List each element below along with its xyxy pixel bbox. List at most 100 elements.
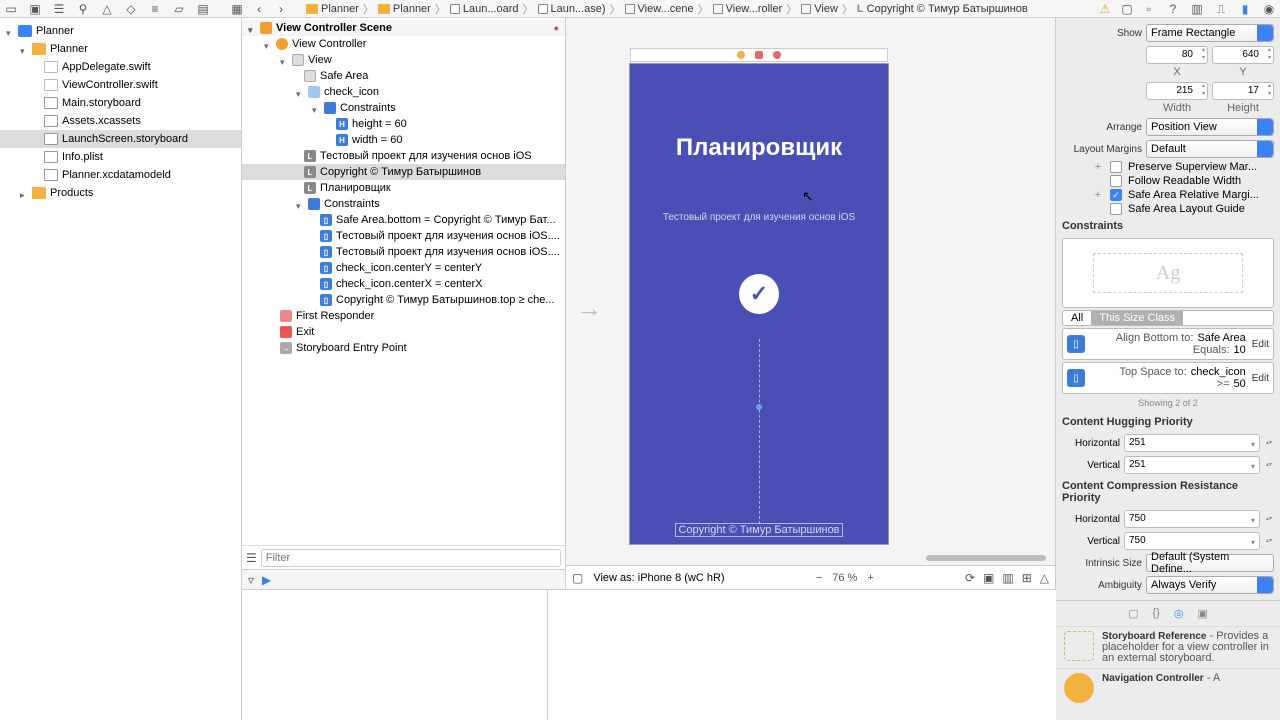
history-icon[interactable]: ▥ xyxy=(1190,2,1204,16)
help-icon[interactable]: ? xyxy=(1166,2,1180,16)
issue-icon[interactable]: △ xyxy=(100,2,114,16)
library-tabs[interactable]: ▢ {} ◎ ▣ xyxy=(1056,600,1280,626)
forward-icon[interactable]: › xyxy=(274,2,288,16)
margins-select[interactable]: Default xyxy=(1146,140,1274,158)
zoom-in-button[interactable]: + xyxy=(867,572,873,584)
search-icon[interactable]: ⚲ xyxy=(76,2,90,16)
preserve-checkbox[interactable] xyxy=(1110,161,1122,173)
compression-horizontal-field[interactable]: 750 xyxy=(1124,510,1260,528)
constraints-preview[interactable]: Ag xyxy=(1062,238,1274,308)
close-icon[interactable]: ● xyxy=(554,23,559,33)
file-template-icon[interactable]: ▢ xyxy=(1128,607,1138,620)
library-item[interactable]: Storyboard Reference - Provides a placeh… xyxy=(1056,626,1280,668)
constraint-item[interactable]: ▯ Top Space to:check_icon >=50 Edit xyxy=(1062,362,1274,394)
width-field[interactable]: 215 xyxy=(1146,82,1208,100)
file-row[interactable]: Info.plist xyxy=(0,148,241,166)
constraint-icon: ▯ xyxy=(320,214,332,226)
add-editor-icon[interactable]: ▫ xyxy=(1142,2,1156,16)
edit-constraint-button[interactable]: Edit xyxy=(1252,339,1269,350)
exit-icon xyxy=(280,326,292,338)
folder-icon xyxy=(32,43,46,55)
device-preview[interactable]: Планировщик Тестовый проект для изучения… xyxy=(630,64,888,544)
copyright-label[interactable]: Copyright © Тимур Батыршинов xyxy=(630,524,888,536)
exit-dot-icon[interactable] xyxy=(773,51,781,59)
debug-area[interactable] xyxy=(242,589,1056,720)
readable-checkbox[interactable] xyxy=(1110,175,1122,187)
debug-icon[interactable]: ≡ xyxy=(148,2,162,16)
align-icon[interactable]: ▥ xyxy=(1002,571,1013,585)
safearea-margins-checkbox[interactable]: ✓ xyxy=(1110,189,1122,201)
symbol-icon[interactable]: ▣ xyxy=(28,2,42,16)
hugging-horizontal-field[interactable]: 251 xyxy=(1124,434,1260,452)
folder-icon[interactable]: ▭ xyxy=(4,2,18,16)
intrinsic-size-select[interactable]: Default (System Define... xyxy=(1146,554,1274,572)
check-icon[interactable]: ✓ xyxy=(739,274,779,314)
datamodel-icon xyxy=(44,169,58,181)
constraint-item[interactable]: ▯ Align Bottom to:Safe Area Equals:10 Ed… xyxy=(1062,328,1274,360)
file-row[interactable]: Assets.xcassets xyxy=(0,112,241,130)
outline-filter-input[interactable] xyxy=(261,549,561,567)
pin-icon[interactable]: ⊞ xyxy=(1022,571,1032,585)
size-inspector-icon[interactable]: ▮ xyxy=(1238,2,1252,16)
library-item[interactable]: Navigation Controller - A xyxy=(1056,668,1280,707)
outline-toggle-icon[interactable]: ▦ xyxy=(230,2,244,16)
jump-bar[interactable]: Planner〉 Planner〉 Laun...oard〉 Laun...as… xyxy=(306,1,1090,17)
hugging-vertical-field[interactable]: 251 xyxy=(1124,456,1260,474)
constraint-icon: H xyxy=(336,118,348,130)
filter-icon[interactable]: ☰ xyxy=(246,551,257,565)
horizontal-scrollbar[interactable] xyxy=(766,555,1015,563)
entry-arrow-icon: → xyxy=(576,293,602,324)
zoom-level: 76 % xyxy=(832,572,857,584)
view-as-label[interactable]: View as: iPhone 8 (wC hR) xyxy=(593,572,724,584)
subtitle-label[interactable]: Тестовый проект для изучения основ iOS xyxy=(630,212,888,223)
hierarchy-icon[interactable]: ☰ xyxy=(52,2,66,16)
media-library-icon[interactable]: ▣ xyxy=(1197,607,1207,620)
safearea-guide-checkbox[interactable] xyxy=(1110,203,1122,215)
size-class-segmented[interactable]: AllThis Size Class xyxy=(1062,310,1274,326)
zoom-out-button[interactable]: − xyxy=(816,572,822,584)
device-config-icon[interactable]: ▢ xyxy=(572,571,583,585)
breakpoint-icon[interactable]: ▱ xyxy=(172,2,186,16)
project-navigator[interactable]: Planner Planner AppDelegate.swift ViewCo… xyxy=(0,18,242,720)
interface-builder-canvas[interactable]: → Планировщик Тестовый проект для изучен… xyxy=(566,18,1056,589)
embed-icon[interactable]: ▣ xyxy=(983,571,994,585)
swift-icon xyxy=(44,79,58,91)
add-variation-button[interactable]: + xyxy=(1092,189,1104,201)
file-row[interactable]: ViewController.swift xyxy=(0,76,241,94)
compression-vertical-field[interactable]: 750 xyxy=(1124,532,1260,550)
first-responder-dot-icon[interactable] xyxy=(755,51,763,59)
update-frames-icon[interactable]: ⟳ xyxy=(965,571,975,585)
document-outline[interactable]: View Controller Scene● View Controller V… xyxy=(242,18,566,589)
file-row[interactable]: Planner.xcdatamodeld xyxy=(0,166,241,184)
auto-icon[interactable]: ▿ xyxy=(248,573,254,587)
resolve-icon[interactable]: △ xyxy=(1040,571,1049,585)
file-row[interactable]: Main.storyboard xyxy=(0,94,241,112)
arrange-select[interactable]: Position View xyxy=(1146,118,1274,136)
vc-dot-icon[interactable] xyxy=(737,51,745,59)
y-field[interactable]: 640 xyxy=(1212,46,1274,64)
edit-constraint-button[interactable]: Edit xyxy=(1252,373,1269,384)
size-inspector[interactable]: ShowFrame Rectangle 80640 XY 21517 Width… xyxy=(1056,18,1280,720)
title-label[interactable]: Планировщик xyxy=(630,134,888,162)
breakpoint-toggle-icon[interactable]: ▶ xyxy=(262,573,271,587)
attributes-icon[interactable]: ⎍ xyxy=(1214,2,1228,16)
report-icon[interactable]: ▤ xyxy=(196,2,210,16)
back-icon[interactable]: ‹ xyxy=(252,2,266,16)
file-row[interactable]: AppDelegate.swift xyxy=(0,58,241,76)
connections-icon[interactable]: ◉ xyxy=(1262,2,1276,16)
project-icon xyxy=(18,25,32,37)
code-snippet-icon[interactable]: {} xyxy=(1153,607,1160,620)
height-field[interactable]: 17 xyxy=(1212,82,1274,100)
x-field[interactable]: 80 xyxy=(1146,46,1208,64)
test-icon[interactable]: ◇ xyxy=(124,2,138,16)
show-select[interactable]: Frame Rectangle xyxy=(1146,24,1274,42)
constraint-icon: ▯ xyxy=(320,230,332,242)
warning-icon[interactable]: ⚠ xyxy=(1098,2,1112,16)
add-variation-button[interactable]: + xyxy=(1092,161,1104,173)
related-icon[interactable]: ▢ xyxy=(1120,2,1134,16)
folder-icon xyxy=(378,4,390,14)
ambiguity-select[interactable]: Always Verify xyxy=(1146,576,1274,594)
outline-row-selected[interactable]: LCopyright © Тимур Батыршинов xyxy=(242,164,565,180)
file-row-selected[interactable]: LaunchScreen.storyboard xyxy=(0,130,241,148)
object-library-icon[interactable]: ◎ xyxy=(1174,607,1184,620)
